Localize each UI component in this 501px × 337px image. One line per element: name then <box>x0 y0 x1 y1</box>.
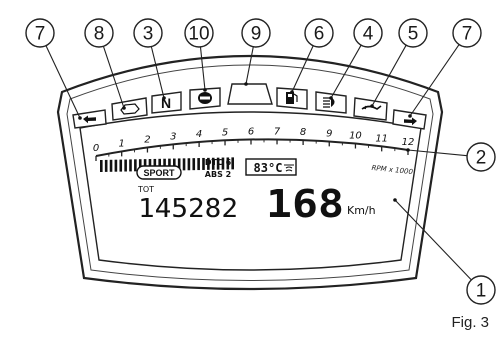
sport-mode-label: SPORT <box>143 168 175 178</box>
high-beam-indicator <box>315 91 347 114</box>
callout-dot <box>122 106 126 110</box>
callout-number: 4 <box>363 24 374 45</box>
speed-value: 168 <box>266 182 344 226</box>
tick-label: 4 <box>196 129 202 140</box>
tick-label: 0 <box>93 143 99 154</box>
rpm-bar-segment <box>109 159 113 172</box>
odometer-value: 145282 <box>138 194 238 224</box>
callout-number: 1 <box>476 281 487 302</box>
callout-number: 5 <box>408 24 419 45</box>
callout-left-turn-indicator: 7 <box>25 18 82 120</box>
tick-label: 8 <box>300 127 306 138</box>
tick-label: 3 <box>170 131 176 142</box>
neutral-indicator: N <box>151 91 182 114</box>
callout-dot <box>408 114 412 118</box>
callout-dot <box>406 148 410 152</box>
rpm-bar-segment <box>100 160 103 172</box>
rpm-bar-segment <box>104 159 108 172</box>
rpm-bar-segment <box>182 158 186 171</box>
rpm-bar-segment <box>114 159 118 172</box>
tick-label: 9 <box>326 128 332 139</box>
abs-level-label: ABS 2 <box>205 170 231 179</box>
rpm-bar-segment <box>119 159 123 172</box>
tick-label: 12 <box>402 137 415 148</box>
tick-label: 1 <box>119 138 125 149</box>
tick-label: 6 <box>248 127 254 138</box>
callout-dot <box>203 88 207 92</box>
callout-number: 9 <box>251 24 262 45</box>
callout-dot <box>244 82 248 86</box>
tick-label: 2 <box>144 135 150 146</box>
callout-number: 7 <box>462 24 473 45</box>
callout-number: 8 <box>94 24 105 45</box>
callout-dot <box>78 116 82 120</box>
callout-dot <box>162 96 166 100</box>
speed-unit: Km/h <box>347 204 376 217</box>
odometer-label: TOT <box>137 185 154 194</box>
callout-dot <box>329 96 333 100</box>
center-lamp <box>227 83 273 105</box>
tick-label: 5 <box>222 127 228 138</box>
rpm-bar-segment <box>124 159 127 172</box>
tick-label: 7 <box>274 126 281 137</box>
callout-dot <box>370 104 374 108</box>
callout-number: 2 <box>476 148 487 169</box>
dashboard-diagram: N 0 1 2 3 4 5 6 7 8 9 10 11 12 RPM x 100… <box>25 18 496 305</box>
tick-label: 11 <box>375 133 388 144</box>
callout-dot <box>393 198 397 202</box>
figure-caption: Fig. 3 <box>451 314 489 331</box>
temp-readout: 83°C <box>254 161 283 175</box>
rpm-bar-segment <box>192 158 196 171</box>
rpm-bar-segment <box>134 159 137 172</box>
callout-number: 6 <box>314 24 325 45</box>
tick-label: 10 <box>349 131 362 142</box>
callout-dot <box>290 90 294 94</box>
dtc-label: DTC 6 <box>205 158 232 167</box>
rpm-bar-segment <box>129 159 132 172</box>
callout-number: 3 <box>143 24 154 45</box>
rpm-bar-segment <box>197 158 200 171</box>
rpm-bar-segment <box>231 157 234 170</box>
rpm-bar-segment <box>187 158 191 171</box>
callout-number: 10 <box>188 24 209 45</box>
callout-number: 7 <box>35 24 46 45</box>
